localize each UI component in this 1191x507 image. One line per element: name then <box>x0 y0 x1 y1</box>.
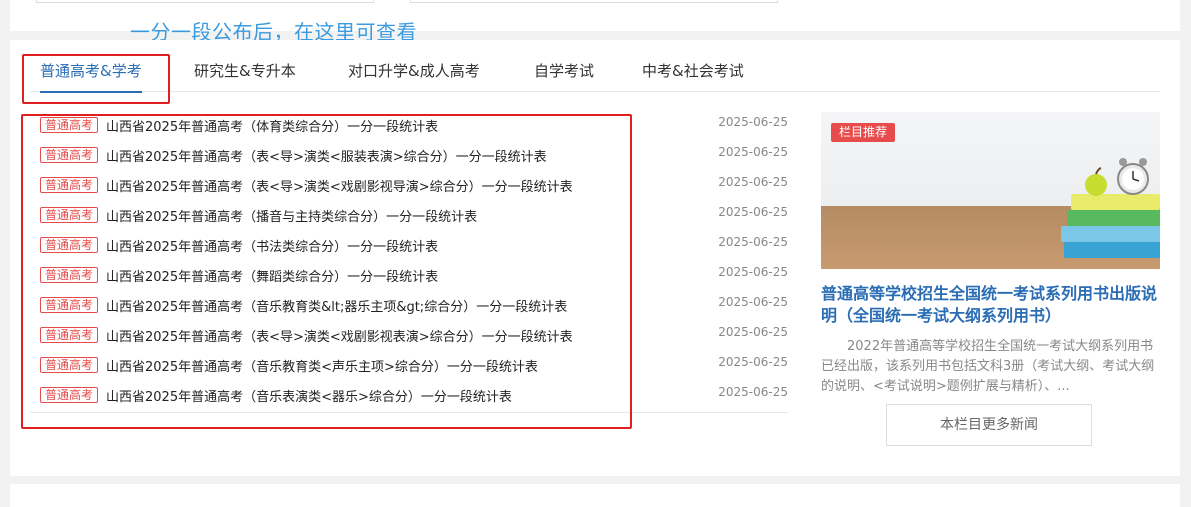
news-date: 2025-06-25 <box>718 385 788 399</box>
news-date: 2025-06-25 <box>718 355 788 369</box>
tab-graduate-upgrade[interactable]: 研究生&专升本 <box>194 52 296 92</box>
more-news-button[interactable]: 本栏目更多新闻 <box>886 404 1092 446</box>
news-date: 2025-06-25 <box>718 115 788 129</box>
featured-image[interactable]: 栏目推荐 <box>821 112 1160 269</box>
news-date: 2025-06-25 <box>718 295 788 309</box>
featured-description: 2022年普通高等学校招生全国统一考试大纲系列用书已经出版，该系列用书包括文科3… <box>821 339 1155 394</box>
tab-vocational-adult[interactable]: 对口升学&成人高考 <box>348 52 480 92</box>
annotation-highlight-tab <box>22 54 170 104</box>
next-panel <box>10 484 1180 507</box>
news-date: 2025-06-25 <box>718 205 788 219</box>
news-date: 2025-06-25 <box>718 175 788 189</box>
news-date: 2025-06-25 <box>718 145 788 159</box>
news-date: 2025-06-25 <box>718 235 788 249</box>
category-tabs: 普通高考&学考 研究生&专升本 对口升学&成人高考 自学考试 中考&社会考试 <box>30 52 1160 93</box>
books-illustration <box>1061 158 1160 258</box>
featured-card: 栏目推荐 普通高等学校招生全国统一考试系列用书出版说明（全国统一考试大纲系列用书… <box>821 112 1160 446</box>
tab-zhongkao-social[interactable]: 中考&社会考试 <box>642 52 744 92</box>
tab-self-study[interactable]: 自学考试 <box>534 52 594 92</box>
featured-title-link[interactable]: 普通高等学校招生全国统一考试系列用书出版说明（全国统一考试大纲系列用书） <box>821 283 1160 327</box>
top-input-box-right[interactable] <box>410 0 778 3</box>
annotation-highlight-list <box>21 114 632 429</box>
news-date: 2025-06-25 <box>718 325 788 339</box>
top-input-box-left[interactable] <box>36 0 374 3</box>
news-date: 2025-06-25 <box>718 265 788 279</box>
